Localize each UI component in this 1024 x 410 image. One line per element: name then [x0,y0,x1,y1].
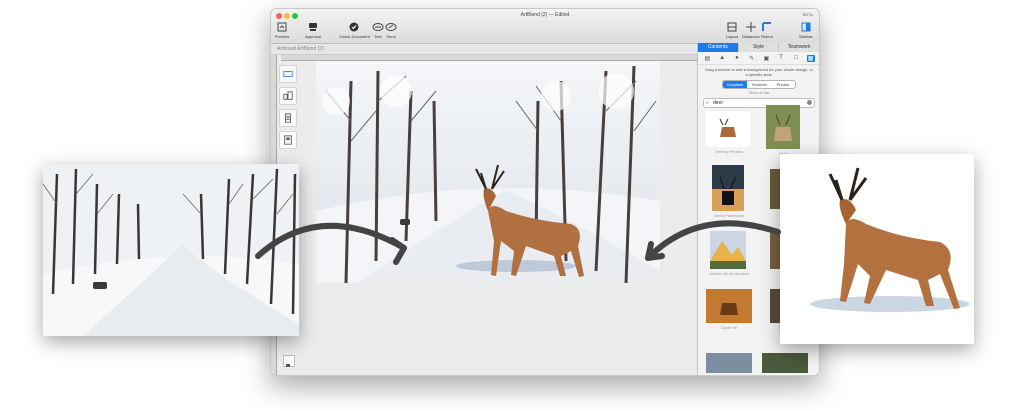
right-arrow-icon [645,220,781,261]
left-arrow-icon [255,222,407,259]
composite-arrows [255,220,781,265]
left-arrowhead-icon [389,237,407,265]
